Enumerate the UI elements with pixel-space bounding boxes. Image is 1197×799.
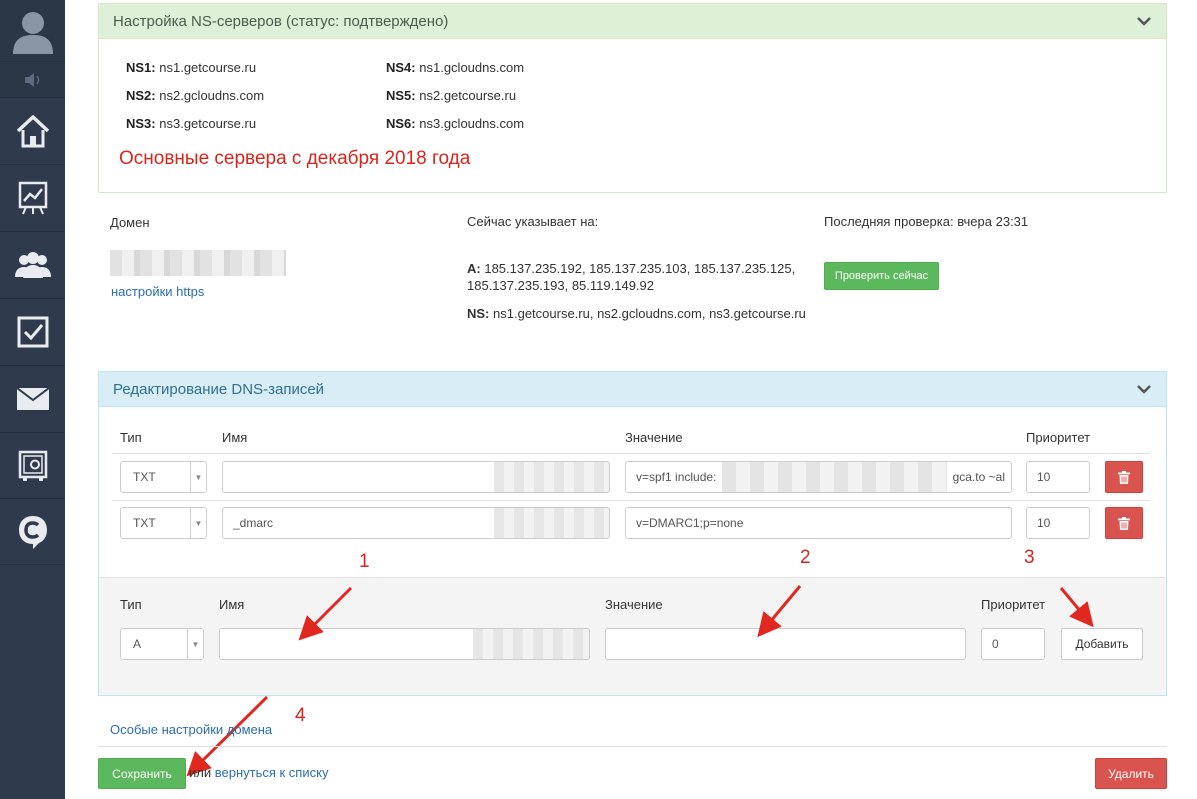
col-header-name: Имя [222, 430, 248, 445]
new-col-header-value: Значение [605, 597, 663, 612]
ns-server-4: NS4: ns1.gcloudns.com [386, 60, 525, 75]
table-divider [112, 453, 1150, 454]
col-header-type: Тип [120, 430, 142, 445]
annotation-1: 1 [359, 551, 370, 572]
a-records-line2: 185.137.235.193, 85.119.149.92 [467, 278, 654, 293]
footer-divider [98, 746, 1167, 747]
ns-panel-title: Настройка NS-серверов (статус: подтвержд… [113, 12, 449, 30]
save-button[interactable]: Сохранить [98, 758, 186, 789]
footer-or-text: или вернуться к списку [189, 765, 329, 780]
ns-note: Основные сервера с декабря 2018 года [119, 148, 471, 169]
col-header-priority: Приоритет [1026, 430, 1091, 445]
new-col-header-priority: Приоритет [981, 597, 1046, 612]
a-records-line1: A: 185.137.235.192, 185.137.235.103, 185… [467, 261, 796, 276]
record-2-domain-suffix-blurred [494, 507, 610, 539]
add-record-button[interactable]: Добавить [1061, 628, 1143, 660]
record-2-name-input[interactable]: _dmarc [222, 507, 495, 539]
sidebar-item-getcourse[interactable] [0, 499, 65, 565]
trash-icon [1118, 516, 1130, 530]
sidebar-item-home[interactable] [0, 98, 65, 165]
ns-server-2: NS2: ns2.gcloudns.com [126, 88, 265, 103]
new-record-value-input[interactable] [605, 628, 966, 660]
ns-panel-header[interactable]: Настройка NS-серверов (статус: подтвержд… [99, 4, 1166, 39]
delete-domain-button[interactable]: Удалить [1095, 758, 1167, 789]
last-check-text: Последняя проверка: вчера 23:31 [824, 214, 1029, 229]
ns-server-5: NS5: ns2.getcourse.ru [386, 88, 517, 103]
sidebar-notifications[interactable] [0, 62, 65, 98]
record-2-value-input[interactable]: v=DMARC1;p=none [625, 507, 1012, 539]
user-avatar-icon [12, 11, 53, 54]
users-icon [14, 252, 51, 278]
sidebar [0, 0, 65, 799]
new-col-header-type: Тип [120, 597, 142, 612]
sidebar-item-reports[interactable] [0, 165, 65, 232]
new-col-header-name: Имя [219, 597, 245, 612]
main-content: Настройка NS-серверов (статус: подтвержд… [65, 0, 1197, 799]
ns-records: NS: ns1.getcourse.ru, ns2.gcloudns.com, … [467, 306, 806, 321]
points-to-label: Сейчас указывает на: [467, 214, 599, 229]
record-1-priority-input[interactable]: 10 [1026, 461, 1090, 493]
chevron-down-icon: ▼ [187, 629, 203, 659]
annotation-3: 3 [1024, 547, 1035, 568]
chevron-down-icon[interactable] [1136, 16, 1152, 26]
sidebar-avatar[interactable] [0, 0, 65, 62]
special-domain-settings-link[interactable]: Особые настройки домена [110, 722, 272, 737]
checkbox-icon [17, 316, 48, 348]
ns-servers-panel: Настройка NS-серверов (статус: подтвержд… [98, 3, 1167, 193]
record-1-value-input[interactable]: v=spf1 include: gca.to ~al [625, 461, 1012, 493]
back-to-list-link[interactable]: вернуться к списку [215, 765, 329, 780]
record-1-delete-button[interactable] [1105, 461, 1143, 493]
mail-icon [16, 388, 49, 410]
speaker-icon [24, 72, 39, 87]
https-settings-link[interactable]: настройки https [111, 284, 204, 299]
chevron-down-icon: ▼ [190, 462, 206, 492]
chart-icon [18, 181, 47, 215]
new-record-name-input[interactable] [219, 628, 474, 660]
sidebar-item-users[interactable] [0, 232, 65, 299]
annotation-2: 2 [800, 547, 811, 568]
record-1-value-blurred [722, 462, 947, 492]
sidebar-item-sales[interactable] [0, 433, 65, 499]
record-2-delete-button[interactable] [1105, 507, 1143, 539]
domain-name-blurred [110, 250, 286, 276]
new-record-priority-input[interactable]: 0 [981, 628, 1045, 660]
chevron-down-icon: ▼ [190, 508, 206, 538]
sidebar-item-mail[interactable] [0, 366, 65, 433]
record-2-type-select[interactable]: TXT ▼ [120, 507, 207, 539]
annotation-4: 4 [295, 705, 306, 726]
trash-icon [1118, 470, 1130, 484]
dns-panel-title: Редактирование DNS-записей [113, 380, 325, 398]
sidebar-item-tasks[interactable] [0, 299, 65, 366]
new-record-domain-suffix-blurred [473, 628, 590, 660]
domain-label: Домен [110, 215, 150, 230]
record-1-type-select[interactable]: TXT ▼ [120, 461, 207, 493]
record-2-priority-input[interactable]: 10 [1026, 507, 1090, 539]
record-1-domain-suffix-blurred [494, 461, 610, 493]
ns-server-3: NS3: ns3.getcourse.ru [126, 116, 257, 131]
safe-icon [18, 450, 47, 481]
record-1-name-input[interactable] [222, 461, 495, 493]
getcourse-logo-icon [18, 515, 47, 549]
table-divider [112, 500, 1150, 501]
dns-panel-header[interactable]: Редактирование DNS-записей [99, 372, 1166, 407]
chevron-down-icon[interactable] [1136, 384, 1152, 394]
home-icon [16, 115, 49, 148]
ns-server-6: NS6: ns3.gcloudns.com [386, 116, 525, 131]
ns-server-1: NS1: ns1.getcourse.ru [126, 60, 257, 75]
check-now-button[interactable]: Проверить сейчас [824, 262, 939, 290]
new-record-type-select[interactable]: A ▼ [120, 628, 204, 660]
col-header-value: Значение [625, 430, 683, 445]
